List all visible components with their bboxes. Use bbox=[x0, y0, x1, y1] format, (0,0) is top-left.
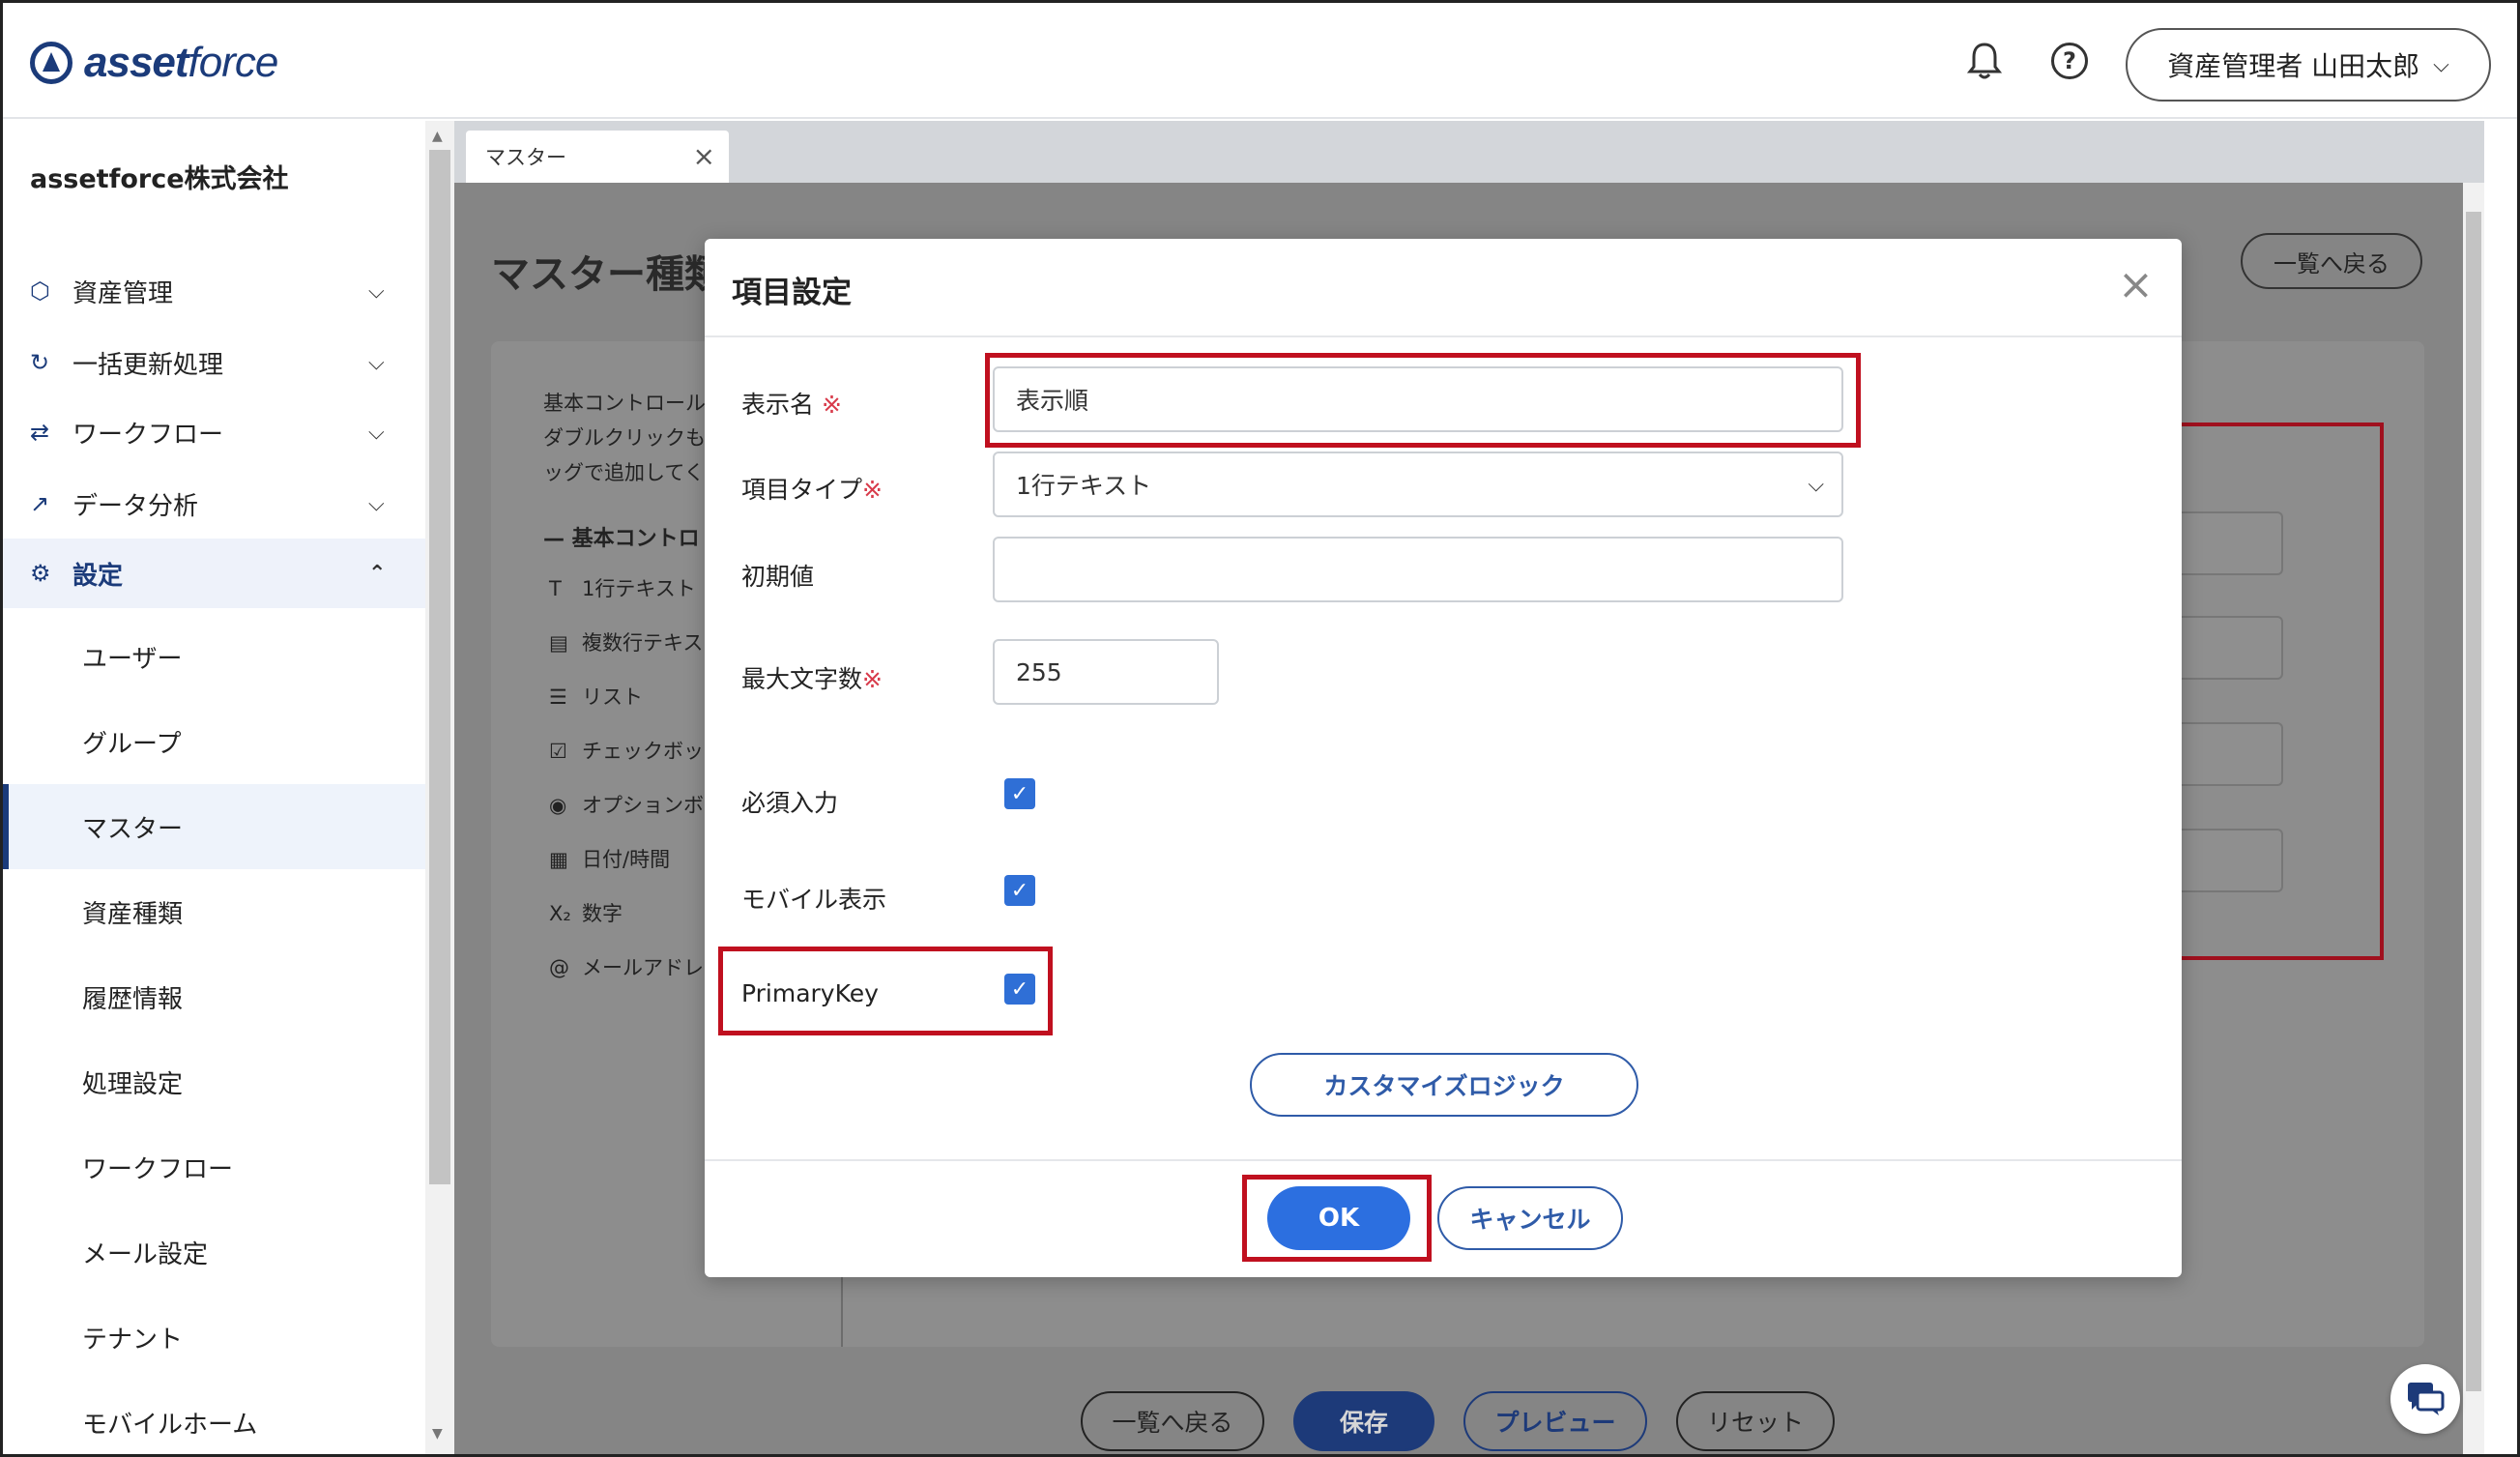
logo-mark-icon bbox=[30, 42, 72, 84]
controls-heading[interactable]: — 基本コントロ bbox=[543, 521, 700, 552]
tab-bar: マスター × bbox=[454, 121, 2484, 183]
control-number[interactable]: X₂ 数字 bbox=[549, 898, 623, 927]
control-datetime[interactable]: ▦ 日付/時間 bbox=[549, 844, 670, 873]
user-name: 資産管理者 山田太郎 bbox=[2167, 50, 2420, 82]
chat-icon[interactable] bbox=[2390, 1364, 2460, 1434]
cancel-button[interactable]: キャンセル bbox=[1437, 1186, 1623, 1250]
assetforce-logo[interactable]: assetforce bbox=[30, 34, 278, 92]
mobile-display-label: モバイル表示 bbox=[741, 886, 887, 914]
list-icon: ☰ bbox=[549, 685, 567, 709]
chevron-down-icon: ⌵ bbox=[368, 420, 385, 445]
close-icon[interactable]: × bbox=[2118, 260, 2154, 309]
modal-title: 項目設定 bbox=[732, 276, 852, 310]
mobile-display-checkbox[interactable]: ✓ bbox=[1004, 875, 1035, 906]
sidebar-group-data-analysis[interactable]: ↗ データ分析 ⌵ bbox=[3, 469, 425, 539]
sidebar-item-workflow[interactable]: ワークフロー bbox=[3, 1124, 425, 1209]
bell-icon[interactable] bbox=[1963, 40, 2006, 82]
help-icon[interactable]: ? bbox=[2048, 40, 2091, 82]
company-name: assetforce株式会社 bbox=[30, 164, 289, 194]
back-to-list-button[interactable]: 一覧へ戻る bbox=[2241, 233, 2422, 289]
sidebar-group-settings[interactable]: ⚙ 設定 ⌃ bbox=[3, 539, 425, 608]
calendar-icon: ▦ bbox=[549, 848, 568, 871]
sidebar-scroll-thumb[interactable] bbox=[429, 150, 450, 1184]
gear-icon: ⚙ bbox=[30, 560, 51, 587]
main-scrollbar[interactable] bbox=[2463, 183, 2484, 1454]
chevron-down-icon: ⌵ bbox=[368, 278, 385, 304]
sidebar-item-mail-settings[interactable]: メール設定 bbox=[3, 1209, 425, 1295]
max-length-label: 最大文字数※ bbox=[741, 665, 883, 693]
sidebar-item-history[interactable]: 履歴情報 bbox=[3, 954, 425, 1039]
control-checkbox[interactable]: ☑ チェックボッ bbox=[549, 736, 704, 765]
sidebar: assetforce株式会社 ⬡ 資産管理 ⌵ ↻ 一括更新処理 ⌵ ⇄ ワーク… bbox=[3, 121, 425, 1454]
number-icon: X₂ bbox=[549, 902, 571, 925]
help-text: 基本コントロール ダブルクリックも ッグで追加してく bbox=[543, 392, 706, 484]
save-button[interactable]: 保存 bbox=[1293, 1391, 1434, 1451]
close-icon[interactable]: × bbox=[693, 140, 715, 172]
field-type-select[interactable]: 1行テキスト ⌵ bbox=[993, 452, 1843, 517]
sidebar-item-process-settings[interactable]: 処理設定 bbox=[3, 1039, 425, 1124]
page-title: マスター種類 bbox=[491, 252, 723, 297]
text-icon: T bbox=[549, 577, 562, 600]
cube-icon: ⬡ bbox=[30, 277, 50, 305]
document-icon: ▤ bbox=[549, 631, 568, 655]
sidebar-item-asset-types[interactable]: 資産種類 bbox=[3, 869, 425, 954]
sidebar-item-groups[interactable]: グループ bbox=[3, 699, 425, 784]
control-single-line-text[interactable]: T 1行テキスト bbox=[549, 573, 696, 602]
field-type-label: 項目タイプ※ bbox=[741, 476, 883, 504]
scroll-up-icon[interactable]: ▲ bbox=[432, 129, 443, 144]
at-icon: @ bbox=[549, 956, 569, 979]
chevron-down-icon: ⌵ bbox=[368, 491, 385, 516]
sidebar-group-bulk-update[interactable]: ↻ 一括更新処理 ⌵ bbox=[3, 328, 425, 397]
refresh-icon: ↻ bbox=[30, 349, 50, 376]
tab-master[interactable]: マスター × bbox=[466, 131, 729, 183]
scroll-down-icon[interactable]: ▼ bbox=[432, 1426, 443, 1442]
modal-footer-divider bbox=[705, 1159, 2182, 1161]
required-checkbox[interactable]: ✓ bbox=[1004, 778, 1035, 809]
highlight-display-name bbox=[985, 353, 1861, 448]
control-option-button[interactable]: ◉ オプションボ bbox=[549, 790, 704, 819]
highlight-ok bbox=[1242, 1175, 1432, 1262]
default-value-label: 初期値 bbox=[741, 563, 815, 591]
control-list[interactable]: ☰ リスト bbox=[549, 682, 643, 711]
sidebar-group-asset-management[interactable]: ⬡ 資産管理 ⌵ bbox=[3, 256, 425, 326]
chart-icon: ↗ bbox=[30, 490, 50, 517]
app-window: assetforce ? 資産管理者 山田太郎 ⌵ assetforce株式会社… bbox=[0, 0, 2520, 1457]
chevron-down-icon: ⌵ bbox=[1808, 472, 1824, 497]
preview-button[interactable]: プレビュー bbox=[1463, 1391, 1647, 1451]
logo-text: assetforce bbox=[84, 39, 278, 86]
max-length-input[interactable]: 255 bbox=[993, 639, 1219, 705]
control-multi-line-text[interactable]: ▤ 複数行テキス bbox=[549, 627, 703, 656]
control-email[interactable]: @ メールアドレ bbox=[549, 952, 704, 981]
sidebar-item-tenant[interactable]: テナント bbox=[3, 1295, 425, 1380]
radio-icon: ◉ bbox=[549, 794, 567, 817]
display-name-label: 表示名 ※ bbox=[741, 391, 842, 419]
field-settings-modal: 項目設定 × 表示名 ※ 表示順 項目タイプ※ 1行テキスト ⌵ 初期値 最大文… bbox=[705, 239, 2182, 1277]
sidebar-scrollbar[interactable]: ▲ ▼ bbox=[425, 121, 454, 1454]
sidebar-group-workflow[interactable]: ⇄ ワークフロー ⌵ bbox=[3, 397, 425, 467]
modal-header: 項目設定 × bbox=[705, 239, 2182, 337]
customize-logic-button[interactable]: カスタマイズロジック bbox=[1250, 1053, 1638, 1117]
highlight-primary-key bbox=[718, 947, 1053, 1035]
chevron-up-icon: ⌃ bbox=[368, 561, 387, 586]
chevron-down-icon: ⌵ bbox=[368, 350, 385, 375]
reset-button[interactable]: リセット bbox=[1676, 1391, 1835, 1451]
sidebar-item-users[interactable]: ユーザー bbox=[3, 614, 425, 699]
sidebar-item-master[interactable]: マスター bbox=[3, 784, 425, 869]
user-menu-button[interactable]: 資産管理者 山田太郎 ⌵ bbox=[2126, 28, 2491, 102]
back-to-list-bottom-button[interactable]: 一覧へ戻る bbox=[1081, 1391, 1264, 1451]
bottom-action-bar: 一覧へ戻る 保存 プレビュー リセット bbox=[454, 1376, 2463, 1454]
workflow-icon: ⇄ bbox=[30, 419, 50, 446]
chevron-down-icon: ⌵ bbox=[2433, 52, 2449, 77]
checkbox-icon: ☑ bbox=[549, 740, 567, 763]
sidebar-item-mobile-home[interactable]: モバイルホーム bbox=[3, 1380, 425, 1454]
default-value-input[interactable] bbox=[993, 537, 1843, 602]
required-label: 必須入力 bbox=[741, 789, 839, 817]
top-header: assetforce ? 資産管理者 山田太郎 ⌵ bbox=[3, 3, 2517, 119]
main-scroll-thumb[interactable] bbox=[2466, 212, 2481, 1391]
